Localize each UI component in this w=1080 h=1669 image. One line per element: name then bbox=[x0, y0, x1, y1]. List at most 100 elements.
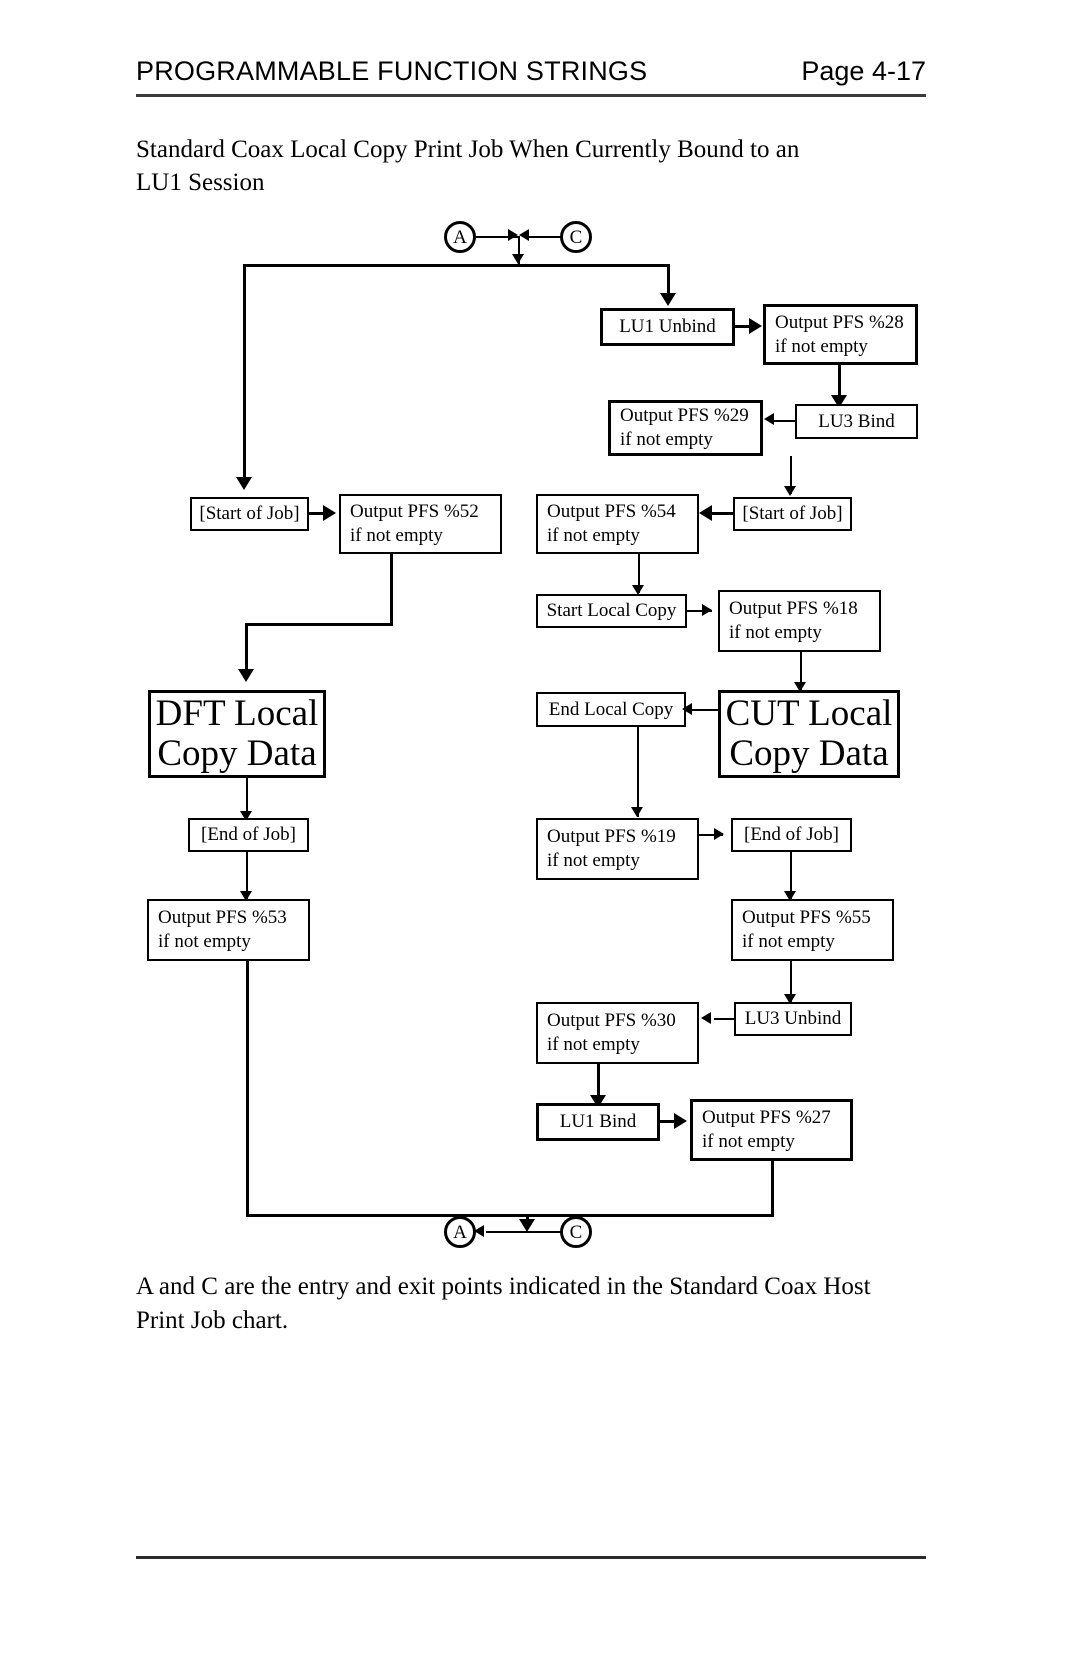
edge-a-to-junction-arrowhead bbox=[508, 229, 518, 241]
footer-divider bbox=[136, 1556, 926, 1559]
flowchart: A C LU1 Unbind Output PFS %28 if not emp… bbox=[0, 205, 1080, 1265]
node-lu3-bind: LU3 Bind bbox=[795, 404, 918, 439]
node-output-pfs-29-sublabel: if not empty bbox=[620, 429, 713, 450]
edge-start-job-right-to-pfs54 bbox=[712, 512, 734, 515]
node-cut-local-copy-data-line2: Copy Data bbox=[729, 733, 889, 774]
edge-pfs29-to-start-job-right-arrowhead bbox=[784, 486, 796, 496]
connector-c-exit-label: C bbox=[569, 1221, 583, 1243]
node-end-of-job-right: [End of Job] bbox=[731, 818, 852, 852]
node-output-pfs-30: Output PFS %30 if not empty bbox=[536, 1002, 699, 1064]
node-lu3-bind-label: LU3 Bind bbox=[818, 410, 895, 432]
node-start-of-job-right-label: [Start of Job] bbox=[742, 503, 843, 524]
node-output-pfs-30-sublabel: if not empty bbox=[547, 1034, 640, 1055]
node-output-pfs-53: Output PFS %53 if not empty bbox=[147, 899, 310, 961]
edge-pfs27-drop-to-exit bbox=[771, 1161, 774, 1214]
header-title: PROGRAMMABLE FUNCTION STRINGS bbox=[136, 56, 648, 86]
node-output-pfs-29-label: Output PFS %29 bbox=[620, 405, 749, 426]
edge-lu1-unbind-to-pfs28-arrowhead bbox=[749, 318, 762, 334]
edge-pfs53-to-exit-a bbox=[246, 1214, 526, 1217]
node-output-pfs-52-sublabel: if not empty bbox=[350, 525, 443, 546]
node-output-pfs-18-label: Output PFS %18 bbox=[729, 598, 858, 619]
edge-bus-to-start-job-left bbox=[243, 264, 246, 486]
node-output-pfs-19-label: Output PFS %19 bbox=[547, 826, 676, 847]
edge-start-local-copy-to-pfs18-arrowhead bbox=[702, 604, 712, 616]
section-heading: Standard Coax Local Copy Print Job When … bbox=[136, 133, 878, 199]
connector-a-exit-label: A bbox=[453, 1221, 467, 1243]
node-output-pfs-28: Output PFS %28 if not empty bbox=[763, 304, 918, 365]
node-dft-local-copy-data-line2: Copy Data bbox=[157, 733, 317, 774]
node-output-pfs-30-label: Output PFS %30 bbox=[547, 1010, 676, 1031]
node-output-pfs-52-label: Output PFS %52 bbox=[350, 501, 479, 522]
edge-lu3-bind-to-pfs29-arrowhead bbox=[764, 413, 774, 425]
node-output-pfs-53-sublabel: if not empty bbox=[158, 931, 251, 952]
edge-start-job-right-to-pfs54-arrowhead bbox=[699, 505, 712, 521]
node-output-pfs-54-sublabel: if not empty bbox=[547, 525, 640, 546]
node-start-of-job-left-label: [Start of Job] bbox=[199, 503, 300, 524]
figure-caption-line1: A and C are the entry and exit points in… bbox=[136, 1273, 871, 1300]
node-output-pfs-18: Output PFS %18 if not empty bbox=[718, 590, 881, 652]
node-output-pfs-27: Output PFS %27 if not empty bbox=[690, 1099, 853, 1161]
node-output-pfs-18-sublabel: if not empty bbox=[729, 622, 822, 643]
node-lu1-bind-label: LU1 Bind bbox=[559, 1111, 637, 1132]
node-output-pfs-55-label: Output PFS %55 bbox=[742, 907, 871, 928]
edge-junction-down-arrowhead bbox=[512, 254, 524, 264]
node-start-local-copy-label: Start Local Copy bbox=[546, 600, 677, 621]
node-output-pfs-27-label: Output PFS %27 bbox=[702, 1107, 831, 1128]
edge-pfs52-to-dft-arrowhead bbox=[238, 669, 254, 682]
edge-exit-c-to-a bbox=[486, 1231, 562, 1233]
edge-bus-to-lu1-unbind-arrowhead bbox=[660, 293, 676, 306]
node-end-local-copy-label: End Local Copy bbox=[548, 698, 674, 720]
node-start-local-copy: Start Local Copy bbox=[536, 594, 687, 628]
node-lu1-unbind: LU1 Unbind bbox=[600, 308, 735, 346]
edge-end-local-copy-drop bbox=[637, 727, 639, 817]
edge-lu3-bind-to-pfs29 bbox=[772, 420, 797, 422]
section-heading-line1: Standard Coax Local Copy Print Job When … bbox=[136, 136, 800, 163]
node-end-of-job-right-label: [End of Job] bbox=[744, 824, 839, 845]
connector-c-entry-label: C bbox=[569, 226, 583, 248]
node-cut-local-copy-data: CUT Local Copy Data bbox=[718, 690, 900, 778]
edge-cut-to-end-local-copy-arrowhead bbox=[682, 703, 692, 715]
figure-caption: A and C are the entry and exit points in… bbox=[136, 1270, 926, 1338]
node-lu1-bind: LU1 Bind bbox=[536, 1103, 660, 1141]
edge-c-to-junction bbox=[527, 236, 561, 238]
connector-a-entry-label: A bbox=[453, 226, 467, 248]
figure-caption-line2: Print Job chart. bbox=[136, 1307, 289, 1334]
edge-lu3-unbind-to-pfs30 bbox=[714, 1018, 736, 1020]
node-output-pfs-55-sublabel: if not empty bbox=[742, 931, 835, 952]
node-end-local-copy: End Local Copy bbox=[536, 692, 686, 727]
edge-end-local-copy-to-pfs19-arrowhead bbox=[631, 807, 643, 817]
node-output-pfs-54-label: Output PFS %54 bbox=[547, 501, 676, 522]
edge-c-to-junction-arrowhead bbox=[519, 229, 529, 241]
edge-lu3-unbind-to-pfs30-arrowhead bbox=[701, 1012, 711, 1024]
node-lu3-unbind: LU3 Unbind bbox=[734, 1002, 852, 1036]
edge-start-job-left-to-pfs52-arrowhead bbox=[323, 505, 336, 521]
node-cut-local-copy-data-line1: CUT Local bbox=[725, 693, 893, 734]
header-page-number: Page 4-17 bbox=[801, 56, 926, 86]
node-output-pfs-28-label: Output PFS %28 bbox=[775, 311, 904, 333]
header-divider bbox=[136, 94, 926, 97]
edge-pfs19-to-end-of-job-right-arrowhead bbox=[714, 828, 724, 840]
section-heading-line2: LU1 Session bbox=[136, 169, 265, 196]
node-end-of-job-left: [End of Job] bbox=[188, 818, 309, 852]
connector-c-exit: C bbox=[560, 1216, 592, 1248]
edge-lu1-bind-to-pfs27-arrowhead bbox=[674, 1113, 687, 1129]
node-output-pfs-27-sublabel: if not empty bbox=[702, 1131, 795, 1152]
node-output-pfs-54: Output PFS %54 if not empty bbox=[536, 494, 699, 554]
edge-pfs52-drop bbox=[390, 554, 393, 626]
edge-exit-c-to-a-arrowhead bbox=[474, 1225, 484, 1237]
edge-pfs27-to-exit-c bbox=[526, 1214, 774, 1217]
edge-bus-to-start-job-left-arrowhead bbox=[236, 477, 252, 490]
node-dft-local-copy-data-line1: DFT Local bbox=[155, 693, 319, 734]
node-start-of-job-right: [Start of Job] bbox=[733, 497, 852, 531]
node-output-pfs-53-label: Output PFS %53 bbox=[158, 907, 287, 928]
node-start-of-job-left: [Start of Job] bbox=[190, 497, 309, 531]
node-output-pfs-19: Output PFS %19 if not empty bbox=[536, 818, 699, 880]
node-output-pfs-19-sublabel: if not empty bbox=[547, 850, 640, 871]
node-lu3-unbind-label: LU3 Unbind bbox=[744, 1008, 842, 1029]
node-output-pfs-29: Output PFS %29 if not empty bbox=[608, 400, 763, 456]
connector-a-entry: A bbox=[444, 221, 476, 253]
node-output-pfs-52: Output PFS %52 if not empty bbox=[339, 494, 502, 554]
node-end-of-job-left-label: [End of Job] bbox=[201, 824, 296, 845]
node-dft-local-copy-data: DFT Local Copy Data bbox=[148, 690, 326, 778]
edge-pfs52-left bbox=[245, 623, 393, 626]
